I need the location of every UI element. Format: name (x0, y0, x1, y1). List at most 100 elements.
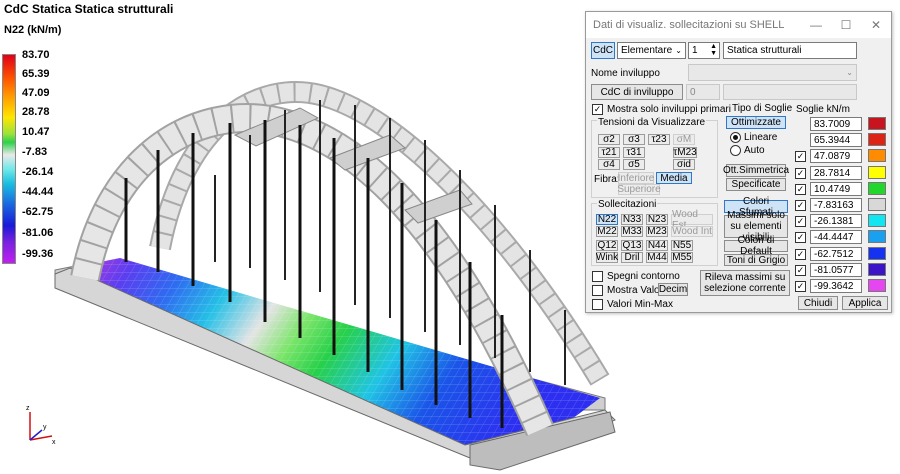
soll-m23-button[interactable]: M23 (646, 226, 668, 237)
soll-m33-button[interactable]: M33 (621, 226, 643, 237)
soglia-checkbox[interactable]: ✓ (795, 249, 806, 260)
soglia-color-swatch[interactable] (868, 149, 886, 162)
applica-button[interactable]: Applica (842, 296, 888, 310)
envelope-name-select[interactable]: ⌄ (688, 64, 857, 81)
soll-wood-int-button[interactable]: Wood Int (671, 226, 713, 237)
soglia-value: -26.1381 (814, 215, 854, 227)
soglia-color-swatch[interactable] (868, 279, 886, 292)
envelope-cdc-button[interactable]: CdC di inviluppo (591, 84, 683, 100)
close-icon[interactable]: ✕ (861, 12, 891, 38)
envelope-cdc-field[interactable] (723, 84, 857, 100)
soglia-value-field[interactable]: 47.0879 (810, 149, 862, 163)
tension-s2-button[interactable]: σ2 (598, 134, 620, 145)
toni-grigio-button[interactable]: Toni di Grigio (724, 254, 788, 266)
fibra-media-button[interactable]: Media (656, 172, 692, 184)
colori-default-button[interactable]: Colori di Default (724, 235, 788, 257)
specificate-button[interactable]: Specificate (726, 178, 786, 191)
fibra-superiore-button[interactable]: Superiore (617, 184, 661, 195)
soglia-value: 65.3944 (814, 134, 851, 146)
soglia-value-field[interactable]: 28.7814 (810, 166, 862, 180)
mostra-valori-checkbox[interactable] (592, 285, 603, 296)
only-primary-checkbox[interactable]: ✓ (592, 104, 603, 115)
rileva-massimi-button[interactable]: Rileva massimi su selezione corrente (700, 270, 790, 296)
cdc-number-stepper[interactable]: 1 ▲ ▼ (688, 42, 720, 59)
tension-t31-button[interactable]: τ31 (623, 147, 645, 158)
soglia-color-swatch[interactable] (868, 263, 886, 276)
soll-m44-button[interactable]: M44 (646, 252, 668, 263)
soll-wood-est-button[interactable]: Wood Est (671, 209, 713, 231)
soglia-color-swatch[interactable] (868, 247, 886, 260)
soglia-value: 47.0879 (814, 150, 851, 162)
soglia-value-field[interactable]: -7.83163 (810, 198, 862, 212)
spegni-contorno-checkbox[interactable] (592, 271, 603, 282)
soglia-color-swatch[interactable] (868, 214, 886, 227)
tension-t23-button[interactable]: τ23 (648, 134, 670, 145)
soglia-value: 10.4749 (814, 183, 851, 195)
soglia-color-swatch[interactable] (868, 182, 886, 195)
dialog-titlebar[interactable]: Dati di visualiz. sollecitazioni su SHEL… (586, 12, 891, 38)
cdc-type-value: Elementare (621, 45, 673, 56)
chiudi-button[interactable]: Chiudi (798, 296, 838, 310)
soglia-color-swatch[interactable] (868, 133, 886, 146)
soglia-checkbox[interactable]: ✓ (795, 281, 806, 292)
sollecitazioni-label: Sollecitazioni (597, 199, 658, 210)
tension-s5-button[interactable]: σ5 (623, 159, 645, 170)
cdc-type-select[interactable]: Elementare ⌄ (617, 42, 686, 59)
soll-m55-button[interactable]: M55 (671, 252, 693, 263)
soglia-value-field[interactable]: -99.3642 (810, 279, 862, 293)
cdc-number-value: 1 (692, 45, 698, 56)
soll-q13-button[interactable]: Q13 (621, 240, 643, 251)
soll-dril-button[interactable]: Dril (621, 252, 643, 263)
soglia-value-field[interactable]: -62.7512 (810, 247, 862, 261)
soll-n22-button[interactable]: N22 (596, 214, 618, 225)
soglia-checkbox[interactable]: ✓ (795, 232, 806, 243)
soglia-color-swatch[interactable] (868, 198, 886, 211)
cdc-button[interactable]: CdC (591, 42, 615, 59)
ott-simmetrica-button[interactable]: Ott.Simmetrica (723, 164, 789, 177)
ottimizzate-button[interactable]: Ottimizzate (726, 116, 786, 129)
envelope-number-stepper[interactable]: 0 (686, 84, 720, 100)
auto-radio[interactable] (730, 145, 741, 156)
soglia-value-field[interactable]: 65.3944 (810, 133, 862, 147)
tension-sid-button[interactable]: σid (673, 159, 695, 170)
soglia-checkbox[interactable]: ✓ (795, 200, 806, 211)
soglia-value-field[interactable]: -26.1381 (810, 214, 862, 228)
soglia-checkbox[interactable]: ✓ (795, 184, 806, 195)
soll-n33-button[interactable]: N33 (621, 214, 643, 225)
soll-q12-button[interactable]: Q12 (596, 240, 618, 251)
soglia-color-swatch[interactable] (868, 166, 886, 179)
envelope-number-value: 0 (690, 86, 696, 98)
soglia-value-field[interactable]: 83.7009 (810, 117, 862, 131)
soglia-checkbox[interactable]: ✓ (795, 216, 806, 227)
soglia-checkbox[interactable]: ✓ (795, 151, 806, 162)
axis-x-label: x (52, 439, 56, 446)
soll-n44-button[interactable]: N44 (646, 240, 668, 251)
maximize-icon[interactable]: ☐ (831, 12, 861, 38)
soglia-checkbox[interactable]: ✓ (795, 168, 806, 179)
tension-sm-button[interactable]: σM (673, 134, 695, 145)
soll-n23-button[interactable]: N23 (646, 214, 668, 225)
spin-arrows-icon[interactable]: ▲ ▼ (710, 43, 717, 57)
tension-s3-button[interactable]: σ3 (623, 134, 645, 145)
lineare-radio[interactable] (730, 132, 741, 143)
tension-t21-button[interactable]: τ21 (598, 147, 620, 158)
tension-s4-button[interactable]: σ4 (598, 159, 620, 170)
soll-n55-button[interactable]: N55 (671, 240, 693, 251)
lineare-label: Lineare (744, 132, 778, 143)
soglia-value-field[interactable]: -81.0577 (810, 263, 862, 277)
fibra-inferiore-button[interactable]: Inferiore (618, 172, 654, 184)
soll-wink-button[interactable]: Wink (596, 252, 618, 263)
cdc-name-field[interactable]: Statica strutturali (723, 42, 857, 59)
soglia-value-field[interactable]: -44.4447 (810, 230, 862, 244)
soll-m22-button[interactable]: M22 (596, 226, 618, 237)
soglia-value-field[interactable]: 10.4749 (810, 182, 862, 196)
soglia-color-swatch[interactable] (868, 117, 886, 130)
minimize-icon[interactable]: — (801, 12, 831, 38)
soglia-color-swatch[interactable] (868, 230, 886, 243)
dialog-title: Dati di visualiz. sollecitazioni su SHEL… (593, 19, 785, 31)
soglia-value: -81.0577 (814, 264, 854, 276)
valori-minmax-checkbox[interactable] (592, 299, 603, 310)
decim-button[interactable]: Decim (658, 283, 688, 296)
soglia-checkbox[interactable]: ✓ (795, 265, 806, 276)
tension-tm23-button[interactable]: τM23 (673, 147, 697, 158)
